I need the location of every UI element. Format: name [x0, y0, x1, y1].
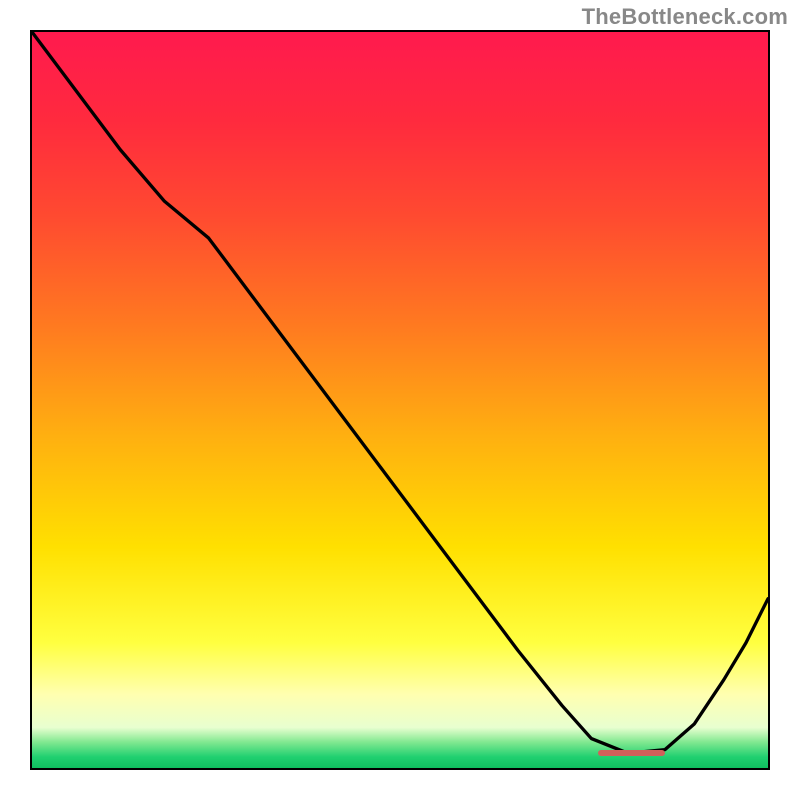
- bottleneck-curve: [32, 32, 768, 753]
- watermark-text: TheBottleneck.com: [582, 4, 788, 30]
- chart-stage: TheBottleneck.com: [0, 0, 800, 800]
- line-plot: [32, 32, 768, 768]
- plot-frame: [30, 30, 770, 770]
- valley-marker: [598, 750, 665, 756]
